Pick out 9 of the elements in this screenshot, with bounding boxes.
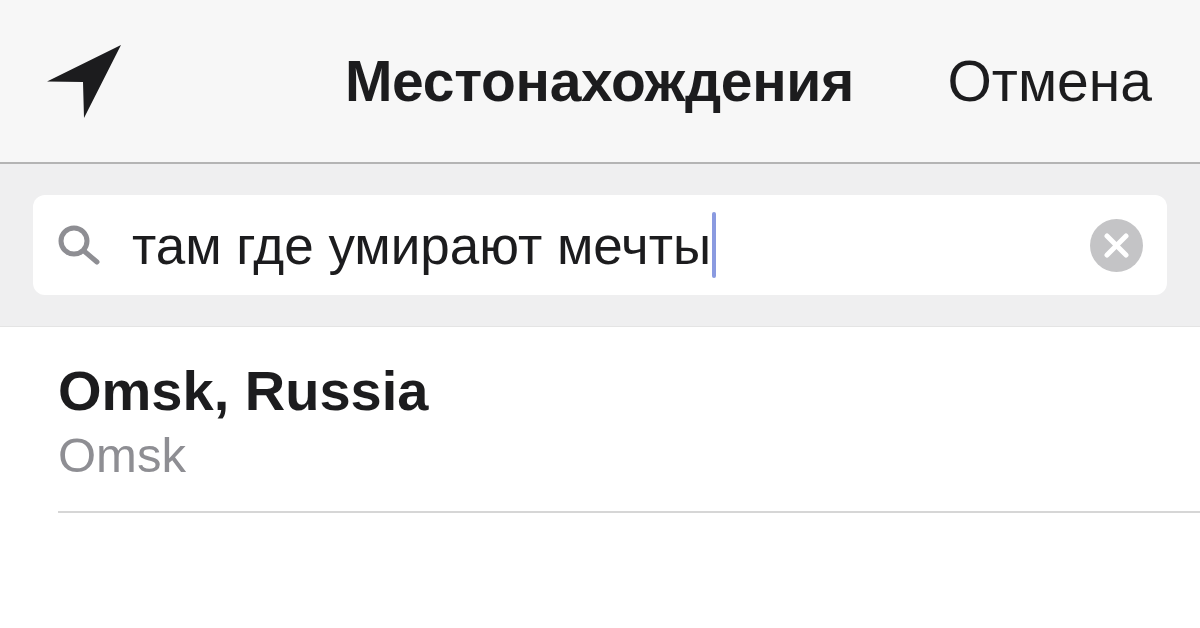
cancel-button[interactable]: Отмена — [947, 48, 1152, 114]
screen-title: Местонахождения — [344, 48, 855, 114]
location-arrow-icon[interactable] — [47, 44, 121, 118]
search-icon — [58, 225, 102, 265]
search-result[interactable]: Omsk, Russia Omsk — [58, 327, 1200, 513]
search-field[interactable]: там где умирают мечты — [33, 195, 1167, 295]
search-value: там где умирают мечты — [132, 214, 711, 276]
result-title: Omsk, Russia — [58, 358, 429, 424]
result-subtitle: Omsk — [58, 427, 186, 484]
